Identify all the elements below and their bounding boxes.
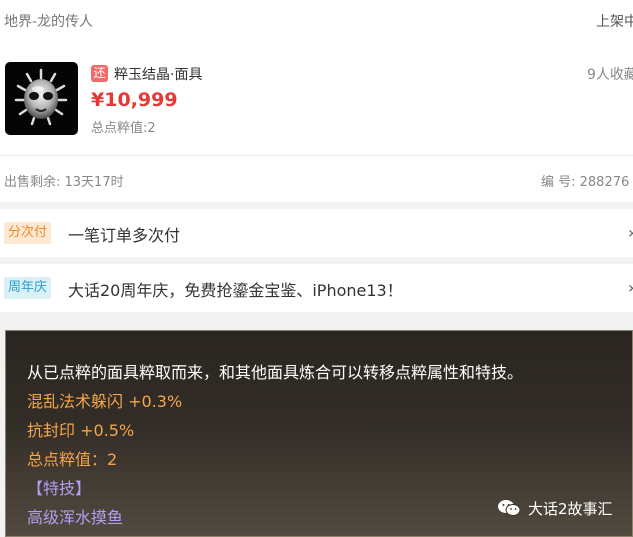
item-total-points: 总点粹值:2 <box>91 121 156 136</box>
promo-installment[interactable]: 分次付 一笔订单多次付 › <box>0 209 633 257</box>
watermark: 大话2故事汇 <box>497 495 613 521</box>
installment-badge: 分次付 <box>4 222 52 244</box>
listing-status: 上架中 <box>596 14 633 30</box>
watermark-text: 大话2故事汇 <box>528 499 613 518</box>
top-bar: 地界-龙的传人 上架中 <box>0 0 633 40</box>
tooltip-skill: 高级浑水摸鱼 <box>27 508 124 527</box>
divider <box>0 155 633 156</box>
tooltip-total: 总点粹值：2 <box>27 450 118 469</box>
time-left: 出售剩余: 13天17时 <box>4 175 124 190</box>
anniversary-text: 大话20周年庆，免费抢鎏金宝鉴、iPhone13！ <box>68 281 403 300</box>
tooltip-description: 从已点粹的面具粹取而来，和其他面具炼合可以转移点粹属性和特技。 <box>27 363 524 382</box>
serial-number: 编 号: 288276 <box>541 175 630 190</box>
tooltip-attr-1: 混乱法术躲闪 +0.3% <box>27 392 183 411</box>
promo-anniversary[interactable]: 周年庆 大话20周年庆，免费抢鎏金宝鉴、iPhone13！ › <box>0 264 633 312</box>
collect-count[interactable]: 9人收藏 <box>587 64 633 84</box>
wechat-icon <box>498 500 521 516</box>
tooltip-skill-header: 【特技】 <box>27 479 92 498</box>
anniversary-badge: 周年庆 <box>4 277 52 299</box>
spiked-mask-icon <box>14 68 68 126</box>
chevron-right-icon: › <box>628 223 633 242</box>
installment-text: 一笔订单多次付 <box>68 226 181 245</box>
chevron-right-icon: › <box>628 278 633 297</box>
item-card[interactable]: 还 粹玉结晶·面具 ¥10,999 总点粹值:2 9人收藏 出售剩余: 13天1… <box>0 40 633 202</box>
tooltip-attr-2: 抗封印 +0.5% <box>27 421 135 440</box>
item-name: 粹玉结晶·面具 <box>114 67 203 83</box>
server-name: 地界-龙的传人 <box>4 14 94 30</box>
item-price: ¥10,999 <box>91 89 178 111</box>
refund-tag: 还 <box>91 65 108 82</box>
item-thumbnail[interactable] <box>5 62 78 135</box>
